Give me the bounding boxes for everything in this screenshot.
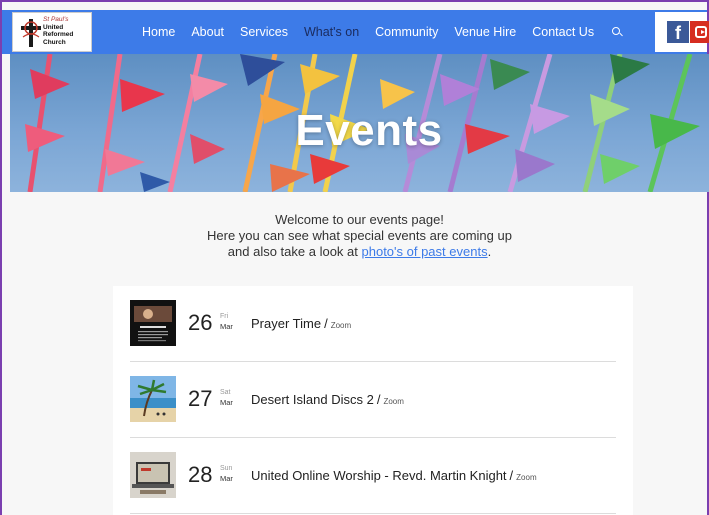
divider (130, 513, 616, 514)
event-title: Desert Island Discs 2 (251, 392, 374, 407)
youtube-icon[interactable] (690, 21, 709, 43)
event-day: 26 (188, 310, 213, 335)
main-menu: Home About Services What's on Community … (142, 10, 623, 54)
intro-line-1: Welcome to our events page! (275, 212, 444, 227)
cross-logo-icon (21, 19, 41, 47)
nav-contact-us[interactable]: Contact Us (532, 25, 594, 39)
desert-island-thumbnail (130, 376, 176, 422)
event-location: Zoom (383, 397, 404, 406)
hero-banner: Events (10, 54, 709, 192)
event-month: Mar (220, 474, 233, 483)
nav-community[interactable]: Community (375, 25, 438, 39)
event-day: 28 (188, 462, 213, 487)
nav-services[interactable]: Services (240, 25, 288, 39)
logo-line-4: Church (43, 38, 66, 46)
event-separator: / (324, 316, 328, 331)
event-weekday: Sat (220, 389, 231, 396)
intro-line-3-prefix: and also take a look at (227, 244, 362, 259)
facebook-icon[interactable]: f (667, 21, 689, 43)
intro-text: Welcome to our events page! Here you can… (10, 212, 709, 260)
event-title: United Online Worship - Revd. Martin Kni… (251, 468, 507, 483)
nav-home[interactable]: Home (142, 25, 175, 39)
prayer-time-thumbnail (130, 300, 176, 346)
event-month: Mar (220, 398, 233, 407)
event-item[interactable]: 27 Sat Mar Desert Island Discs 2/Zoom (130, 362, 616, 438)
social-links: f (655, 12, 709, 52)
nav-venue-hire[interactable]: Venue Hire (454, 25, 516, 39)
online-worship-thumbnail (130, 452, 176, 498)
site-header: St Paul's United Reformed Church Home Ab… (2, 10, 709, 54)
event-separator: / (509, 468, 514, 483)
event-item[interactable]: 28 Sun Mar United Online Worship - Revd.… (130, 438, 616, 514)
page-title: Events (295, 106, 443, 155)
nav-whats-on[interactable]: What's on (304, 25, 359, 39)
event-day: 27 (188, 386, 213, 411)
event-separator: / (376, 392, 381, 407)
event-title-line[interactable]: United Online Worship - Revd. Martin Kni… (251, 468, 537, 483)
event-weekday: Sun (220, 465, 233, 472)
past-events-link[interactable]: photo's of past events (362, 244, 488, 259)
intro-line-2: Here you can see what special events are… (207, 228, 512, 243)
logo-text: St Paul's United Reformed Church (43, 16, 73, 46)
logo-line-2: United (43, 23, 64, 31)
church-logo[interactable]: St Paul's United Reformed Church (12, 12, 92, 52)
logo-line-3: Reformed (43, 31, 74, 38)
events-list: 26 Fri Mar Prayer Time / Zoom 27 Sat Mar D… (113, 286, 633, 515)
event-item[interactable]: 26 Fri Mar Prayer Time / Zoom (130, 286, 616, 362)
search-icon[interactable] (612, 27, 623, 37)
event-month: Mar (220, 322, 233, 331)
intro-line-3-suffix: . (487, 244, 492, 259)
event-title-line[interactable]: Prayer Time / Zoom (251, 316, 351, 331)
nav-about[interactable]: About (191, 25, 224, 39)
event-weekday: Fri (220, 313, 229, 320)
event-title: Prayer Time (251, 316, 322, 331)
logo-line-1: St Paul's (43, 16, 69, 23)
intro-line-3: and also take a look at photo's of past … (10, 244, 709, 260)
event-title-line[interactable]: Desert Island Discs 2/Zoom (251, 392, 404, 407)
event-location: Zoom (516, 473, 537, 482)
event-location: Zoom (330, 321, 352, 330)
